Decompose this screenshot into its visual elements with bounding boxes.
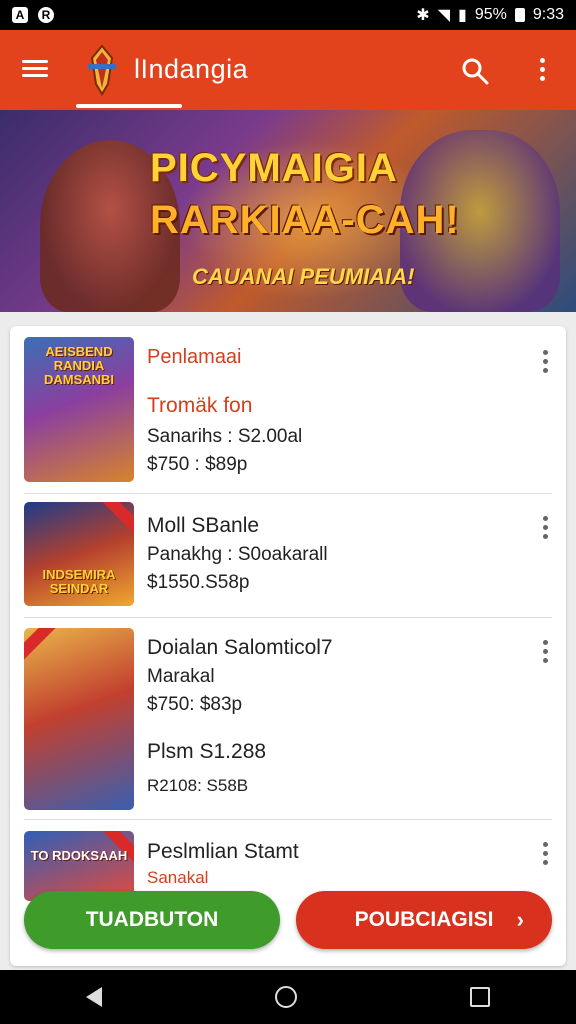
game-thumbnail: AEISBEND RANDIA DAMSANBI bbox=[24, 337, 134, 482]
menu-icon[interactable] bbox=[22, 56, 48, 82]
list-item[interactable]: Doialan Salomticol7 Marakal $750: $83p P… bbox=[10, 618, 566, 818]
item-price: $750: $83p bbox=[147, 694, 243, 715]
app-logo-icon bbox=[88, 44, 116, 96]
status-bar: A R ✱ ◥ ▮ 95% 9:33 bbox=[0, 0, 576, 30]
item-price: $750 : $89p bbox=[147, 454, 248, 475]
a-icon: A bbox=[12, 7, 28, 23]
item-detail: Marakal bbox=[147, 666, 215, 687]
item-more-icon[interactable] bbox=[540, 350, 550, 377]
game-thumbnail bbox=[24, 628, 134, 810]
item-title: Penlamaai bbox=[147, 346, 242, 368]
system-nav-bar bbox=[0, 970, 576, 1024]
chevron-right-icon: › bbox=[516, 907, 524, 932]
home-icon[interactable] bbox=[274, 986, 297, 1008]
item-detail: Panakhg : S0oakarall bbox=[147, 544, 328, 565]
item-subtitle: Tromäk fon bbox=[147, 394, 253, 417]
back-icon[interactable] bbox=[86, 987, 103, 1007]
item-detail-alt: R2108: S58B bbox=[147, 776, 249, 795]
recents-icon[interactable] bbox=[469, 987, 490, 1007]
bluetooth-icon: ✱ bbox=[416, 7, 430, 24]
app-title: lIndangia bbox=[134, 54, 249, 84]
clock: 9:33 bbox=[532, 6, 564, 23]
item-more-icon[interactable] bbox=[540, 842, 550, 869]
battery-percent: 95% bbox=[474, 6, 507, 23]
r-icon: R bbox=[38, 7, 54, 23]
secondary-action-button[interactable]: POUBCIAGISI › bbox=[296, 891, 552, 949]
item-detail: Sanakal bbox=[147, 868, 209, 887]
app-bar: lIndangia bbox=[0, 30, 576, 110]
primary-action-label: TUADBUTON bbox=[85, 908, 219, 931]
more-options-icon[interactable] bbox=[536, 58, 548, 86]
game-list: AEISBEND RANDIA DAMSANBI Penlamaai Tromä… bbox=[10, 326, 566, 966]
banner-tagline: CAUANAI PEUMIAIA! bbox=[192, 264, 415, 289]
list-item[interactable]: AEISBEND RANDIA DAMSANBI Penlamaai Tromä… bbox=[10, 326, 566, 492]
promo-banner[interactable]: PICYMAIGIA RARKIAA-CAH! CAUANAI PEUMIAIA… bbox=[0, 110, 576, 312]
item-title: Doialan Salomticol7 bbox=[147, 636, 333, 659]
item-title: Peslmlian Stamt bbox=[147, 840, 299, 863]
wifi-icon: ◥ bbox=[437, 7, 451, 24]
list-item[interactable]: INDSEMIRA SEINDAR Moll SBanle Panakhg : … bbox=[10, 494, 566, 616]
primary-action-button[interactable]: TUADBUTON bbox=[24, 891, 280, 949]
banner-title-line2: RARKIAA-CAH! bbox=[150, 198, 460, 242]
signal-icon: ▮ bbox=[458, 7, 467, 24]
search-icon[interactable] bbox=[460, 56, 490, 86]
item-price-alt: Plsm S1.288 bbox=[147, 740, 267, 763]
game-thumbnail: INDSEMIRA SEINDAR bbox=[24, 502, 134, 606]
item-more-icon[interactable] bbox=[540, 640, 550, 667]
item-title: Moll SBanle bbox=[147, 514, 260, 537]
battery-icon bbox=[514, 8, 525, 22]
item-detail: Sanarihs : S2.00al bbox=[147, 426, 303, 447]
item-more-icon[interactable] bbox=[540, 516, 550, 543]
banner-title-line1: PICYMAIGIA bbox=[150, 146, 398, 190]
active-tab-indicator bbox=[76, 104, 182, 108]
secondary-action-label: POUBCIAGISI bbox=[354, 908, 494, 931]
item-price: $1550.S58p bbox=[147, 572, 250, 593]
